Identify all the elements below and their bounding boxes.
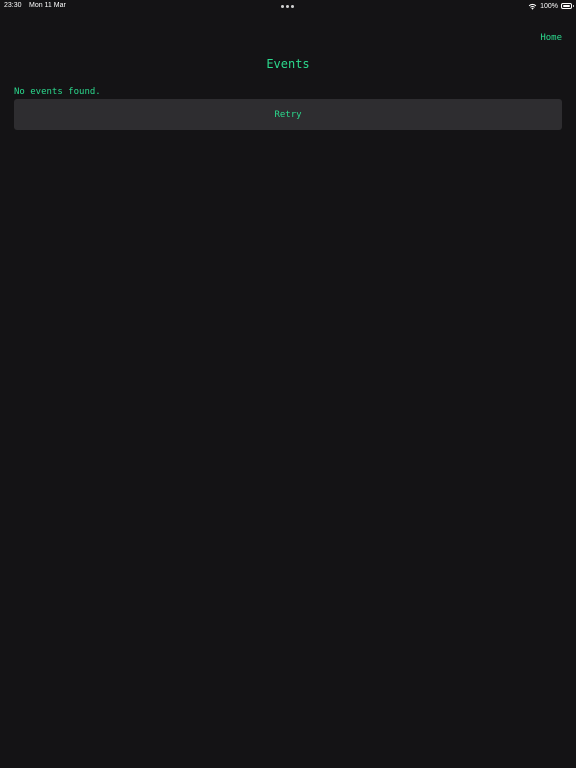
multitasking-dots-icon[interactable] [281,5,294,8]
battery-percent: 100% [540,2,558,10]
status-time: 23:30 [4,2,22,9]
app-screen: 23:30 Mon 11 Mar 100% Home Events No eve… [0,0,576,768]
page-title: Events [266,57,310,71]
status-bar: 23:30 Mon 11 Mar 100% [0,0,576,12]
wifi-icon [528,3,537,10]
status-date: Mon 11 Mar [29,2,66,9]
empty-state-message: No events found. [14,87,101,97]
status-indicators: 100% [528,1,574,11]
home-link[interactable]: Home [540,33,562,43]
retry-button[interactable]: Retry [14,99,562,130]
battery-icon [561,3,574,9]
